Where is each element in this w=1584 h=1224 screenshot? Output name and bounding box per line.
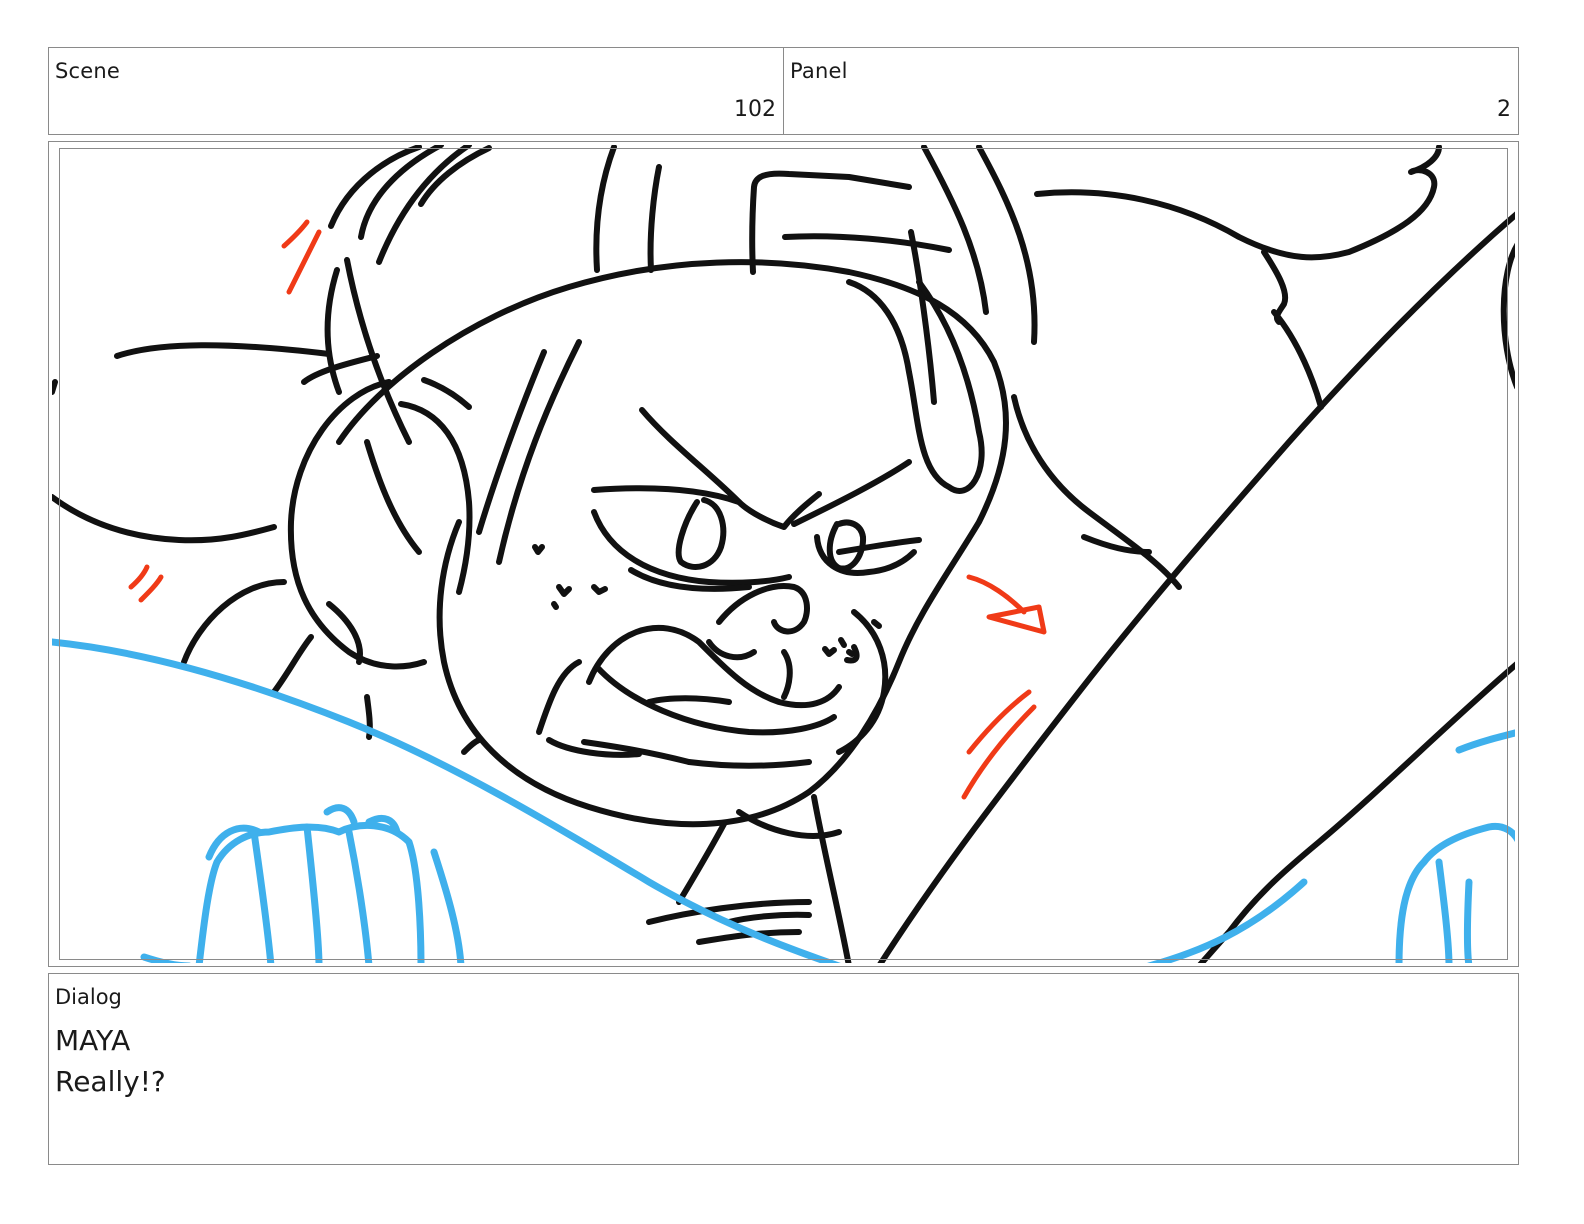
dialog-label: Dialog xyxy=(55,985,122,1009)
scene-field: Scene 102 xyxy=(48,47,784,135)
safe-area-border xyxy=(59,148,1508,960)
dialog-line-text: Really!? xyxy=(55,1065,166,1098)
panel-field: Panel 2 xyxy=(783,47,1519,135)
scene-label: Scene xyxy=(55,59,121,83)
dialog-character-name: MAYA xyxy=(55,1024,131,1057)
dialog-field: Dialog MAYA Really!? xyxy=(48,973,1519,1165)
scene-number: 102 xyxy=(734,97,776,122)
panel-label: Panel xyxy=(790,59,848,83)
panel-number: 2 xyxy=(1497,97,1511,122)
storyboard-frame xyxy=(48,141,1519,967)
